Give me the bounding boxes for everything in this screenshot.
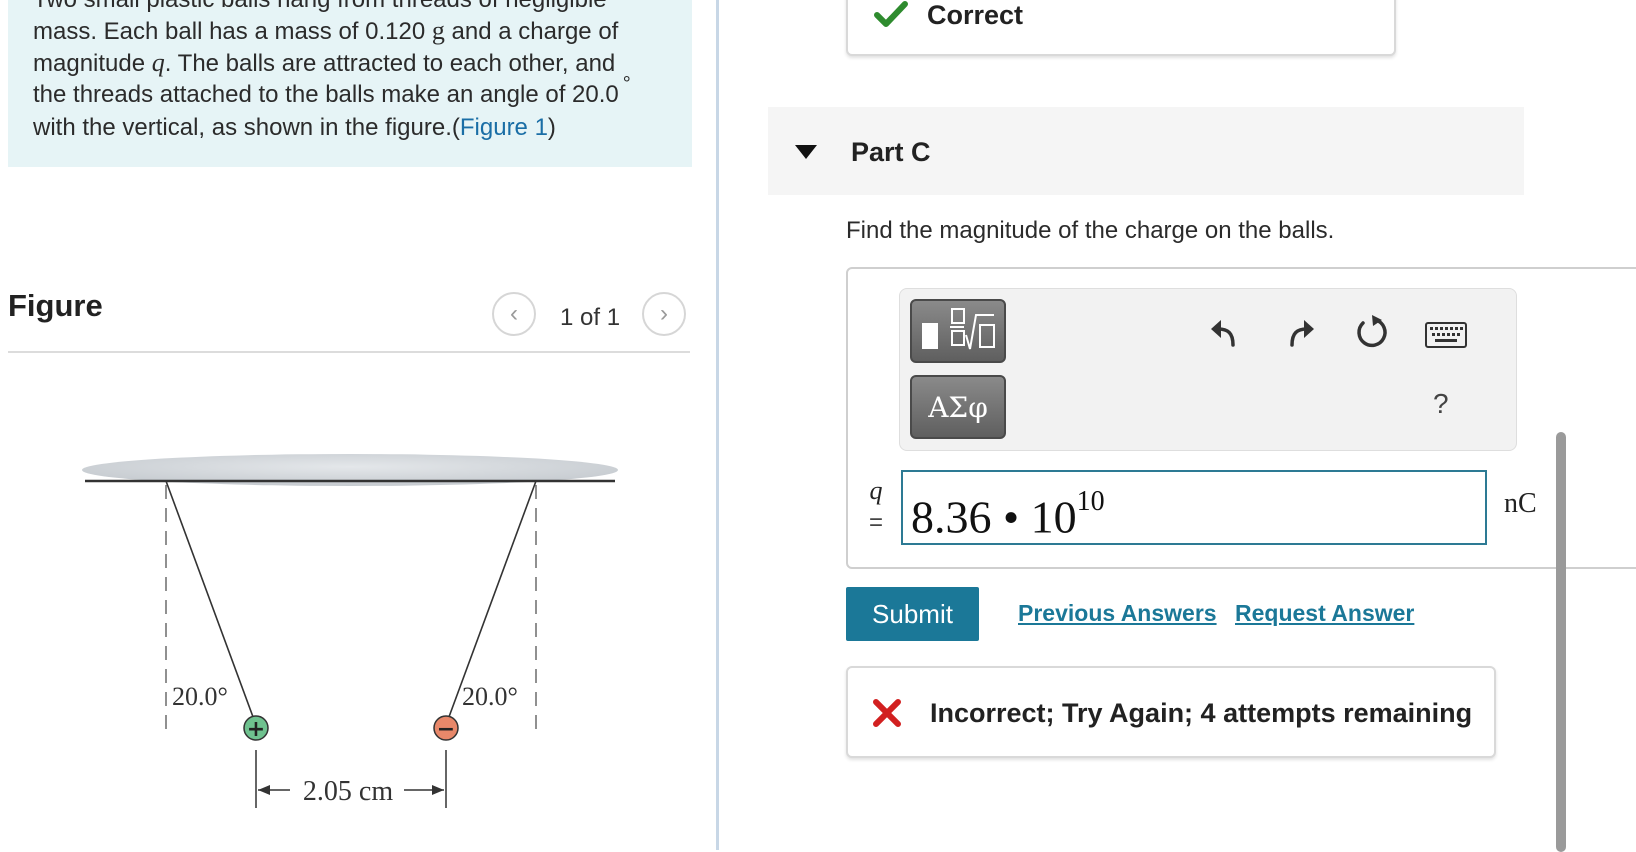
prev-figure-button[interactable]: ‹	[492, 292, 536, 336]
answer-mantissa: 8.36 • 10	[911, 491, 1077, 543]
chevron-right-icon: ›	[660, 300, 668, 327]
help-button[interactable]: ?	[1433, 388, 1449, 420]
positive-charge-sign: +	[247, 717, 265, 742]
redo-icon	[1290, 320, 1314, 347]
problem-line: magnitude q. The balls are attracted to …	[33, 48, 616, 77]
previous-answers-link[interactable]: Previous Answers	[1018, 600, 1217, 627]
question-text: Find the magnitude of the charge on the …	[846, 217, 1335, 244]
variable-label: q	[869, 476, 883, 505]
figure-heading: Figure	[8, 288, 103, 323]
angle-label-left: 20.0°	[172, 682, 228, 711]
reset-icon	[1357, 315, 1387, 348]
problem-line: the threads attached to the balls make a…	[33, 73, 631, 108]
submit-button[interactable]: Submit	[846, 587, 979, 641]
hanging-charges-figure: 20.0° 20.0° + − 2.05 cm	[82, 454, 618, 808]
scrollbar-thumb[interactable]	[1556, 432, 1566, 852]
reset-button[interactable]	[1352, 312, 1392, 352]
arrowhead-left	[258, 785, 270, 795]
answer-exponent: 10	[1076, 486, 1105, 517]
problem-line: Two small plastic balls hang from thread…	[33, 0, 683, 15]
checkmark-icon	[874, 1, 908, 27]
incorrect-status-text: Incorrect; Try Again; 4 attempts remaini…	[930, 698, 1473, 728]
problem-line: mass. Each ball has a mass of 0.120 g an…	[33, 16, 619, 45]
figure-counter: 1 of 1	[560, 304, 621, 331]
templates-icon	[922, 308, 995, 350]
correct-status-text: Correct	[927, 0, 1024, 30]
figure-link[interactable]: Figure 1	[460, 114, 548, 141]
keyboard-button[interactable]	[1424, 318, 1468, 352]
undo-icon	[1211, 320, 1235, 347]
next-figure-button[interactable]: ›	[642, 292, 686, 336]
undo-button[interactable]	[1205, 312, 1245, 352]
equals-sign: =	[868, 509, 883, 536]
distance-label: 2.05 cm	[303, 776, 393, 807]
collapse-triangle-icon[interactable]	[795, 145, 817, 161]
panel-divider	[716, 0, 719, 850]
arrowhead-right	[432, 785, 444, 795]
answer-input[interactable]: 8.36 • 1010	[901, 470, 1487, 545]
angle-label-right: 20.0°	[462, 682, 518, 711]
problem-statement: Two small plastic balls hang from thread…	[33, 0, 683, 143]
request-answer-link[interactable]: Request Answer	[1235, 600, 1414, 627]
greek-symbols-button[interactable]: ΑΣφ	[910, 375, 1006, 439]
figure-divider	[8, 351, 690, 353]
keyboard-icon	[1425, 322, 1467, 348]
problem-line: with the vertical, as shown in the figur…	[33, 114, 556, 141]
redo-button[interactable]	[1280, 312, 1320, 352]
x-mark-icon	[873, 699, 901, 727]
templates-button[interactable]	[910, 299, 1006, 363]
part-title: Part C	[851, 137, 931, 167]
unit-label: nC	[1504, 488, 1537, 519]
negative-charge-sign: −	[437, 717, 455, 742]
chevron-left-icon: ‹	[510, 300, 518, 327]
